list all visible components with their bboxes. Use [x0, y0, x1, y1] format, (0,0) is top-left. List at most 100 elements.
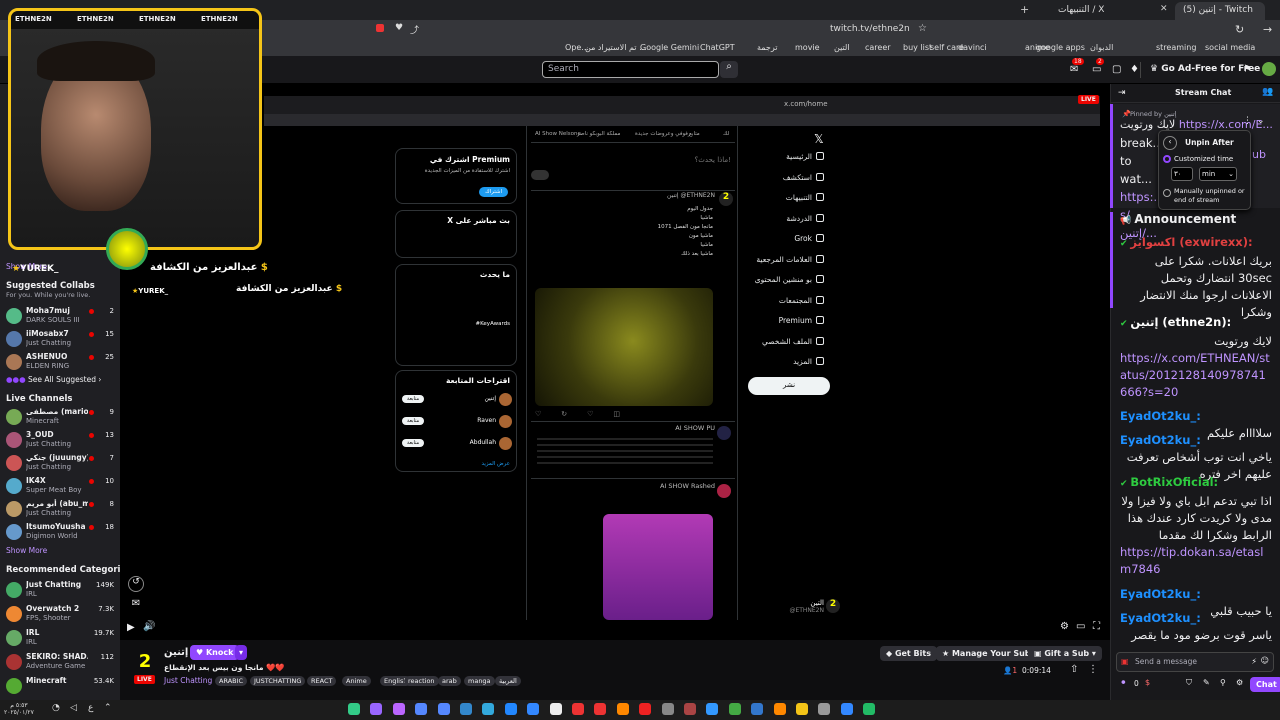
sidebar-item[interactable]: جنكي (juuungy) Just Chatting 7: [4, 452, 118, 474]
duration-input[interactable]: ٣٠: [1171, 167, 1193, 181]
sidebar-item[interactable]: Overwatch 2 FPS, Shooter 7.3K: [4, 603, 118, 625]
chat-message-link[interactable]: https://x.com/ETHNEAN/status/20121281409…: [1120, 350, 1272, 401]
wifi-icon[interactable]: ◔: [52, 703, 60, 713]
sidebar-item[interactable]: SEKIRO: SHAD...Adventure Game 112: [4, 651, 118, 673]
extension-icon[interactable]: [376, 24, 384, 32]
bookmark-item[interactable]: تم الاستيراد من ...: [585, 43, 647, 52]
inbox-icon[interactable]: ▢: [1112, 64, 1121, 75]
taskbar-app-icon[interactable]: [460, 703, 472, 715]
sidebar-item[interactable]: 3_OUD Just Chatting 13: [4, 429, 118, 451]
sidebar-item[interactable]: Just Chatting IRL 149K: [4, 579, 118, 601]
taskbar-app-icon[interactable]: [661, 703, 674, 715]
bookmark-item[interactable]: Ope...: [565, 43, 589, 52]
bookmark-item[interactable]: self care: [930, 43, 964, 52]
taskbar-app-icon[interactable]: [773, 703, 786, 715]
twitch-logo-icon[interactable]: ⚑: [1243, 64, 1252, 75]
chat-username[interactable]: اكسوايز (exwirexx):: [1130, 234, 1252, 251]
chat-username[interactable]: EyadOt2ku_:: [1120, 432, 1201, 449]
taskbar-app-icon[interactable]: [504, 703, 517, 715]
taskbar-app-icon[interactable]: [594, 703, 607, 715]
bookmark-item[interactable]: anime: [1025, 43, 1050, 52]
whispers-icon[interactable]: ▭: [1092, 64, 1101, 75]
emote-icon[interactable]: ☺: [1261, 656, 1269, 665]
taskbar-clock[interactable]: ٥:٥٣ م ٢٠٢٥/٠١/٢٧: [4, 702, 34, 716]
community-icon[interactable]: 👥: [1262, 87, 1273, 97]
bookmark-item[interactable]: social media: [1205, 43, 1255, 52]
taskbar-app-icon[interactable]: [616, 703, 629, 715]
tag-pill[interactable]: REACT: [307, 676, 337, 686]
avatar[interactable]: [1262, 62, 1276, 76]
sidebar-item[interactable]: IK4X Super Meat Boy 10: [4, 475, 118, 497]
chat-overlay-icon[interactable]: ✉: [128, 598, 144, 614]
chat-message-link[interactable]: https://tip.dokan.sa/etaslm7846: [1120, 544, 1272, 578]
bookmark-item[interactable]: Google Gemini: [640, 43, 699, 52]
tag-pill[interactable]: ARABIC: [215, 676, 248, 686]
sidebar-item[interactable]: ASHENUO ELDEN RING 25: [4, 351, 118, 373]
tag-pill[interactable]: Anime: [342, 676, 371, 686]
heart-icon[interactable]: ♥: [395, 23, 403, 33]
taskbar-app-icon[interactable]: [728, 703, 741, 715]
bookmark-item[interactable]: buy list: [903, 43, 932, 52]
chat-username[interactable]: EyadOt2ku_:: [1120, 586, 1201, 603]
tab-twitch[interactable]: (5) إتنين - Twitch: [1175, 2, 1265, 20]
taskbar-app-icon[interactable]: [639, 703, 652, 715]
manage-sub-button[interactable]: ★ Manage Your Sub: [936, 646, 1037, 661]
shield-icon[interactable]: ⛉: [1186, 678, 1192, 688]
bookmark-star-icon[interactable]: ☆: [918, 23, 927, 34]
tag-pill[interactable]: reaction: [404, 676, 439, 686]
taskbar-app-icon[interactable]: [527, 703, 540, 715]
language-indicator[interactable]: ع: [88, 703, 93, 713]
pin-more-icon[interactable]: ⋮: [1243, 116, 1252, 126]
channel-name[interactable]: إتنين: [164, 647, 188, 658]
channel-points-icon[interactable]: ⚫: [1120, 678, 1127, 687]
taskbar-app-icon[interactable]: [840, 703, 853, 715]
tag-pill[interactable]: JUSTCHATTING: [250, 676, 306, 686]
knock-button[interactable]: ♥ Knock: [190, 645, 240, 660]
new-tab-icon[interactable]: +: [1020, 3, 1029, 16]
pin-icon[interactable]: ⚲: [1220, 678, 1226, 687]
sidebar-item[interactable]: IRL IRL 19.7K: [4, 627, 118, 649]
tray-chevron-icon[interactable]: ⌃: [104, 703, 112, 713]
sidebar-item[interactable]: مصطفى (mariona...)Minecraft 9: [4, 406, 118, 428]
speaker-icon[interactable]: ◁: [70, 703, 77, 713]
taskbar-app-icon[interactable]: [818, 703, 831, 715]
sidebar-item[interactable]: Minecraft 53.4K: [4, 675, 118, 697]
search-icon[interactable]: ⌕: [720, 61, 738, 78]
tag-pill[interactable]: arab: [438, 676, 461, 686]
theatre-mode-icon[interactable]: ▭: [1076, 621, 1085, 632]
sidebar-item[interactable]: ItsumoYuusha Digimon World 18: [4, 521, 118, 543]
category-link[interactable]: Just Chatting: [164, 676, 212, 685]
sidebar-item[interactable]: Moha7muj DARK SOULS III 2: [4, 305, 118, 327]
chat-input[interactable]: ▣ Send a message ⚡ ☺: [1116, 652, 1274, 672]
show-more-link[interactable]: Show More: [6, 546, 47, 555]
collapse-chat-icon[interactable]: ⇥: [1118, 88, 1126, 98]
chat-send-button[interactable]: Chat: [1250, 677, 1280, 692]
more-options-icon[interactable]: ⋮: [1088, 664, 1098, 675]
radio-manual[interactable]: [1163, 189, 1171, 197]
dollar-icon[interactable]: $: [1145, 678, 1150, 687]
pencil-icon[interactable]: ✎: [1203, 678, 1210, 687]
back-icon[interactable]: →: [1263, 23, 1272, 36]
taskbar-app-icon[interactable]: [415, 703, 428, 715]
bookmark-item[interactable]: ترجمة: [757, 43, 778, 52]
search-input[interactable]: Search: [542, 61, 719, 78]
taskbar-app-icon[interactable]: [370, 703, 383, 715]
taskbar-app-icon[interactable]: [684, 703, 696, 715]
taskbar-app-icon[interactable]: [863, 703, 876, 715]
reload-icon[interactable]: ↻: [1235, 23, 1244, 36]
see-all-suggested-button[interactable]: ●●● See All Suggested ›: [6, 375, 118, 387]
chat-username[interactable]: EyadOt2ku_:: [1120, 610, 1201, 627]
chat-username[interactable]: BotRixOficial:: [1130, 474, 1218, 491]
notifications-icon[interactable]: ✉: [1070, 64, 1078, 75]
unit-select[interactable]: min ⌄: [1199, 167, 1237, 181]
chat-username[interactable]: إتنين (ethne2n):: [1130, 314, 1231, 331]
share-icon[interactable]: ⤴: [410, 23, 419, 36]
get-bits-button[interactable]: ◆ Get Bits: [880, 646, 937, 661]
radio-customized[interactable]: [1163, 155, 1171, 163]
knock-dropdown-button[interactable]: ▾: [235, 645, 248, 660]
volume-icon[interactable]: 🔊: [143, 621, 155, 632]
settings-icon[interactable]: ⚙: [1060, 621, 1069, 632]
bookmark-item[interactable]: ChatGPT: [700, 43, 735, 52]
bookmark-item[interactable]: streaming: [1156, 43, 1196, 52]
bookmark-item[interactable]: الدبوان: [1090, 43, 1113, 52]
